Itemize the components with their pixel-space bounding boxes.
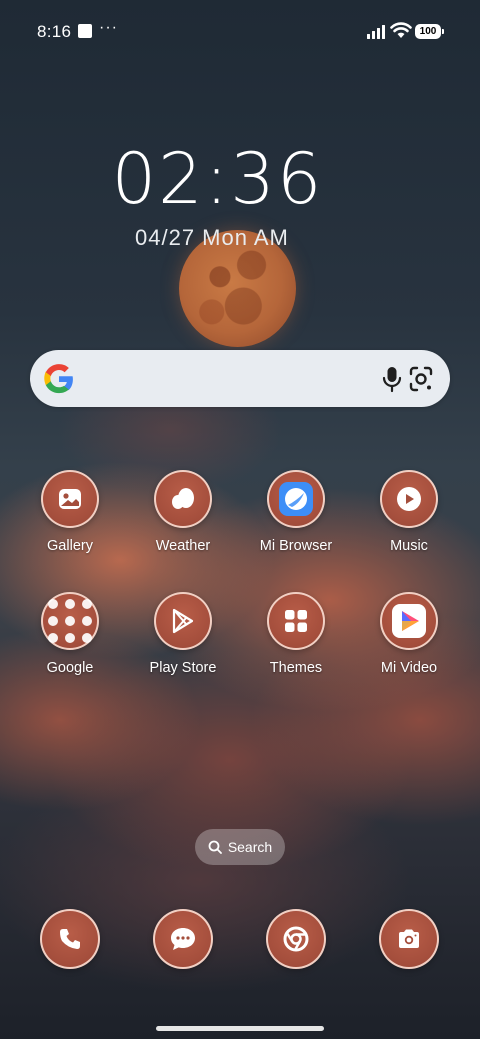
themes-icon	[267, 592, 325, 650]
dock-camera[interactable]	[379, 909, 439, 969]
app-gallery[interactable]: Gallery	[20, 470, 120, 554]
battery-icon: 100	[415, 24, 445, 39]
app-label: Themes	[269, 660, 323, 676]
google-logo-icon	[44, 364, 73, 394]
signal-icon	[367, 25, 385, 39]
dock-messages[interactable]	[153, 909, 213, 969]
app-search-label: Search	[227, 839, 273, 855]
app-label: Play Store	[149, 660, 217, 676]
app-label: Mi Video	[380, 660, 438, 676]
app-search-button[interactable]: Search	[195, 829, 285, 865]
dock-phone[interactable]	[40, 909, 100, 969]
home-screen: 8:16 ··· 100 02:36 04/27 Mon AM Gallery …	[0, 0, 480, 1039]
folder-icon	[41, 592, 99, 650]
app-label: Gallery	[47, 538, 93, 554]
dock-chrome[interactable]	[266, 909, 326, 969]
app-label: Mi Browser	[259, 538, 333, 554]
gallery-icon	[41, 470, 99, 528]
camera-icon	[379, 909, 439, 969]
music-icon	[380, 470, 438, 528]
app-label: Music	[390, 538, 428, 554]
app-label: Google	[46, 660, 94, 676]
chrome-icon	[266, 909, 326, 969]
wifi-icon	[390, 22, 412, 38]
app-mi-browser[interactable]: Mi Browser	[246, 470, 346, 554]
google-search-widget[interactable]	[30, 350, 450, 407]
app-weather[interactable]: Weather	[133, 470, 233, 554]
status-bar: 8:16 ··· 100	[0, 0, 480, 64]
app-label: Weather	[155, 538, 211, 554]
status-time: 8:16	[37, 22, 72, 41]
weather-icon	[154, 470, 212, 528]
clock-date[interactable]: 04/27 Mon AM	[135, 225, 289, 251]
video-icon	[380, 592, 438, 650]
browser-icon	[267, 470, 325, 528]
play-store-icon	[154, 592, 212, 650]
app-folder-google[interactable]: Google	[20, 592, 120, 676]
app-mi-video[interactable]: Mi Video	[359, 592, 459, 676]
search-icon	[208, 840, 222, 854]
battery-level: 100	[415, 24, 441, 39]
home-gesture-bar[interactable]	[156, 1026, 324, 1031]
notification-square-icon	[78, 24, 92, 38]
app-play-store[interactable]: Play Store	[133, 592, 233, 676]
microphone-icon[interactable]	[380, 365, 404, 393]
lens-camera-icon[interactable]	[408, 365, 434, 393]
clock-time[interactable]: 02:36	[0, 138, 435, 220]
phone-icon	[40, 909, 100, 969]
more-notifications-icon: ···	[99, 19, 118, 36]
app-themes[interactable]: Themes	[246, 592, 346, 676]
app-music[interactable]: Music	[359, 470, 459, 554]
messages-icon	[153, 909, 213, 969]
